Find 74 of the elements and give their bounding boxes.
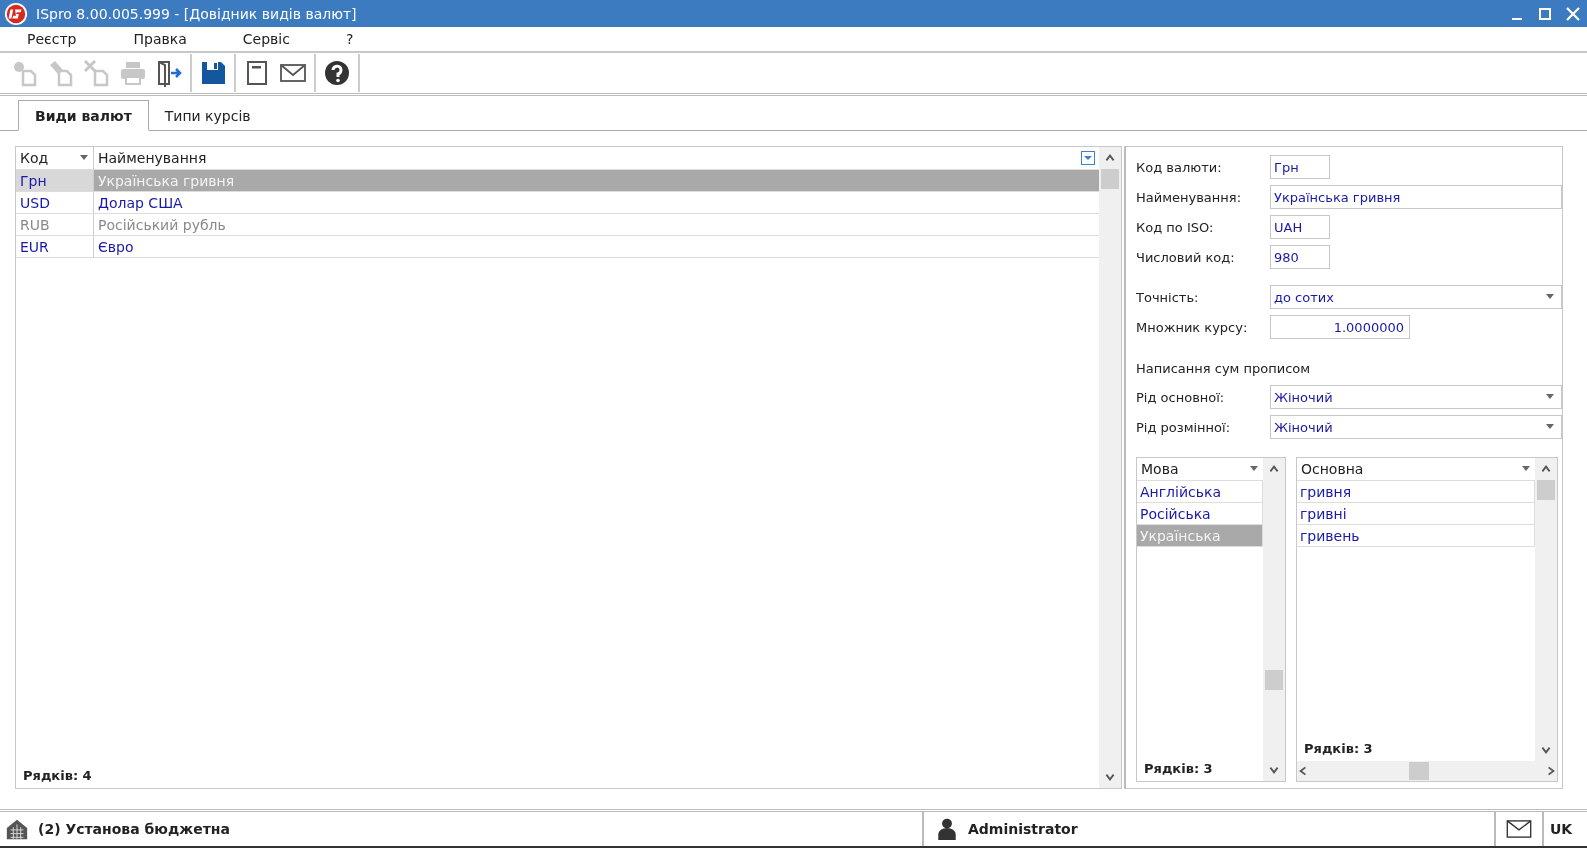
- table-cell: USD: [16, 192, 94, 213]
- window-title: ISpro 8.00.005.999 - [Довідник видів валют]: [36, 5, 357, 22]
- field-label: Точність:: [1136, 289, 1200, 305]
- dropdown-field[interactable]: Жіночий: [1270, 415, 1562, 439]
- field-label: Найменування:: [1136, 189, 1242, 205]
- tab[interactable]: Типи курсів: [148, 101, 267, 130]
- field-label: Рід основної:: [1136, 389, 1226, 405]
- scroll-thumb[interactable]: [1101, 169, 1119, 189]
- envelope-icon[interactable]: [1506, 820, 1532, 838]
- dropdown-caret-icon[interactable]: [1545, 294, 1555, 300]
- input-field[interactable]: UAH: [1270, 215, 1330, 239]
- table-cell-text: Російський рубль: [97, 215, 227, 235]
- app-logo-icon: [4, 1, 28, 26]
- column-header[interactable]: Код: [16, 147, 94, 169]
- dropdown-caret-icon[interactable]: [1249, 466, 1259, 472]
- edit-document-icon: [47, 59, 75, 87]
- field-label: Числовий код:: [1136, 249, 1236, 265]
- column-header[interactable]: Найменування: [94, 147, 1099, 169]
- scroll-thumb[interactable]: [1265, 670, 1283, 690]
- menu-item[interactable]: Реєстр: [0, 31, 105, 47]
- language-indicator[interactable]: UK: [1544, 812, 1573, 846]
- dropdown-field[interactable]: Жіночий: [1270, 385, 1562, 409]
- dropdown-caret-icon[interactable]: [1545, 394, 1555, 400]
- scroll-thumb[interactable]: [1537, 480, 1555, 500]
- input-field[interactable]: Грн: [1270, 155, 1330, 179]
- list-row[interactable]: гривня: [1297, 481, 1535, 503]
- organization-name: (2) Установа бюджетна: [38, 821, 230, 837]
- row-count: Рядків: 3: [1303, 740, 1374, 758]
- section-heading: Написання сум прописом: [1136, 359, 1312, 378]
- field-label: Множник курсу:: [1136, 319, 1249, 335]
- menu-item[interactable]: ?: [317, 31, 382, 47]
- column-filter-icon[interactable]: [1081, 151, 1095, 165]
- tab[interactable]: Види валют: [18, 100, 149, 131]
- list-row[interactable]: гривні: [1297, 503, 1535, 525]
- vertical-scrollbar[interactable]: [1535, 458, 1557, 761]
- field-label: Рід розмінної:: [1136, 419, 1232, 435]
- menu-item[interactable]: Правка: [104, 31, 215, 47]
- scroll-thumb[interactable]: [1409, 762, 1429, 780]
- menu-item[interactable]: Сервіс: [214, 31, 318, 47]
- input-field[interactable]: Українська гривня: [1270, 185, 1562, 209]
- building-icon: [4, 817, 30, 841]
- number-field[interactable]: 1.0000000: [1270, 315, 1410, 339]
- table-cell: EUR: [16, 236, 94, 257]
- input-field[interactable]: 980: [1270, 245, 1330, 269]
- dropdown-field[interactable]: до сотих: [1270, 285, 1562, 309]
- table-row[interactable]: EUR Євро: [16, 236, 1099, 258]
- dropdown-caret-icon[interactable]: [79, 155, 89, 161]
- column-header[interactable]: Основна: [1297, 458, 1535, 481]
- help-icon: [323, 59, 351, 87]
- maximize-icon[interactable]: [1537, 5, 1553, 22]
- row-count: Рядків: 3: [1143, 760, 1214, 778]
- dropdown-caret-icon[interactable]: [1521, 466, 1531, 472]
- table-cell-text: Долар США: [97, 193, 184, 213]
- field-label: Код валюти:: [1136, 159, 1223, 175]
- horizontal-scrollbar[interactable]: [1297, 761, 1557, 781]
- table-cell: Грн: [16, 170, 94, 191]
- save-icon: [199, 59, 227, 87]
- table-row[interactable]: USD Долар США: [16, 192, 1099, 214]
- dropdown-caret-icon[interactable]: [1545, 424, 1555, 430]
- table-cell: Українська гривня: [94, 170, 1099, 191]
- row-count: Рядків: 4: [22, 767, 93, 785]
- user-name: Administrator: [968, 821, 1078, 837]
- exit-door-icon: [155, 59, 183, 87]
- list-row[interactable]: гривень: [1297, 525, 1535, 547]
- close-icon[interactable]: [1565, 5, 1581, 22]
- vertical-scrollbar[interactable]: [1263, 458, 1285, 781]
- table-cell: RUB: [16, 214, 94, 235]
- field-label: Код по ISO:: [1136, 219, 1215, 235]
- delete-document-icon: [83, 59, 111, 87]
- table-row[interactable]: Грн Українська гривня: [16, 170, 1099, 192]
- printer-icon: [119, 59, 147, 87]
- new-document-icon: [11, 59, 39, 87]
- vertical-scrollbar[interactable]: [1099, 147, 1121, 788]
- table-cell-text: Євро: [97, 237, 135, 257]
